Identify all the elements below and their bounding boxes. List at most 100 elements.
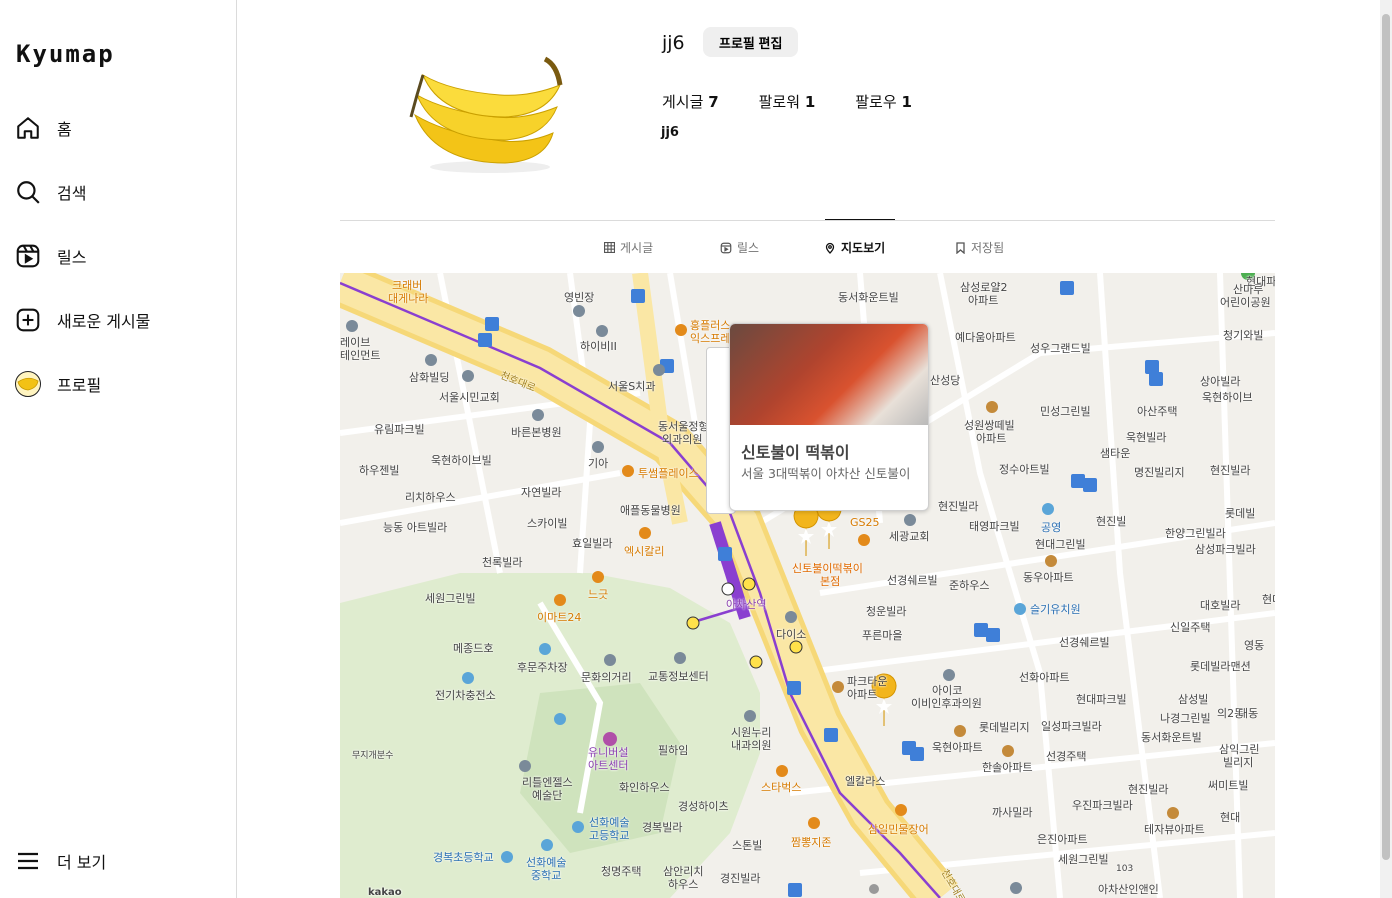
sidebar-item-label: 프로필 [57, 376, 102, 395]
map-label: 서울시민교회 [439, 391, 500, 404]
map-label: 성우그랜드빌 [1030, 342, 1091, 355]
map-label: 스타벅스 [761, 781, 802, 794]
sidebar-item-search[interactable]: 검색 [14, 172, 224, 212]
stat-posts-label: 게시글 [662, 93, 704, 111]
map-label: 전기차충전소 [435, 689, 496, 702]
map-label: 청운빌라 [866, 605, 907, 618]
map-label: 욱현아파트 [932, 741, 983, 754]
app-logo[interactable]: Kyumap [16, 40, 115, 68]
edit-profile-button[interactable]: 프로필 편집 [703, 27, 799, 57]
map-label: 필하임 [658, 744, 689, 757]
map-label: GS25 [850, 516, 880, 529]
map-label: 외과의원 [662, 433, 703, 446]
tab-reels[interactable]: 릴스 [720, 239, 759, 256]
stat-followers-count: 1 [804, 93, 816, 111]
map-label: 효일빌라 [572, 537, 613, 550]
profile-picture[interactable] [405, 45, 565, 175]
map-label: 우진파크빌라 [1072, 799, 1133, 812]
map-label: 욱현빌라 [1126, 431, 1167, 444]
map-label: 삼화빌딩 [409, 371, 450, 384]
map-label: 청기와빌 [1223, 329, 1264, 342]
post-photo [730, 324, 928, 425]
sidebar-item-home[interactable]: 홈 [14, 108, 224, 148]
sidebar-item-more[interactable]: 더 보기 [14, 841, 224, 881]
scrollbar-thumb[interactable] [1382, 14, 1390, 860]
map-label: 하이비II [580, 340, 617, 353]
map-label: 슬기유치원 [1030, 603, 1081, 616]
map-label: 욱현하이브 [1202, 391, 1253, 404]
map-label: 자연빌라 [521, 486, 562, 499]
map-label: 현진빌라 [1210, 464, 1251, 477]
map-label: 은진아파트 [1037, 833, 1088, 846]
sidebar-item-reels[interactable]: 릴스 [14, 236, 224, 276]
map-label: 선경쉐르빌 [887, 574, 938, 587]
map-label: 세원그린빌 [1058, 853, 1109, 866]
stat-posts[interactable]: 게시글 7 [662, 91, 719, 112]
home-icon [14, 114, 42, 142]
map-label: 세원그린빌 [425, 592, 476, 605]
map-label: 상아빌라 [1200, 375, 1241, 388]
sidebar-item-profile[interactable]: 프로필 [14, 364, 224, 404]
profile-display-name: jj6 [661, 125, 679, 140]
kakao-logo: kakao [368, 887, 402, 898]
map-label: 하우젠빌 [359, 464, 400, 477]
map-label: 경복빌라 [642, 821, 683, 834]
map-label: 교통정보센터 [648, 670, 709, 683]
map-label: 본점 [820, 575, 841, 588]
map-label: 명진빌리지 [1134, 466, 1185, 479]
tab-saved[interactable]: 저장됨 [955, 239, 1004, 256]
map-label: 엘칼라스 [845, 775, 886, 788]
map-label: 민성그린빌 [1040, 405, 1091, 418]
map-label: 테인먼트 [340, 349, 381, 362]
map-label: 경복초등학교 [433, 851, 494, 864]
tab-map[interactable]: 지도보기 [824, 239, 885, 256]
map-label: 까사밀라 [992, 806, 1033, 819]
map-label: 바른본병원 [511, 426, 562, 439]
map-label: 동우아파트 [1023, 571, 1074, 584]
map-label: 다이소 [776, 628, 807, 641]
map-label: 경진빌라 [720, 872, 761, 885]
map-label: 서울S치과 [608, 380, 656, 393]
map-pin-icon [825, 242, 835, 254]
map-label: 선경쉐르빌 [1059, 636, 1110, 649]
sidebar-item-new-post[interactable]: 새로운 게시물 [14, 300, 224, 340]
map-label: 고등학교 [589, 829, 630, 842]
tab-posts[interactable]: 게시글 [604, 239, 653, 256]
map-label: 현대 [1262, 593, 1275, 606]
map-label: 현대그린빌 [1035, 538, 1086, 551]
map-label: 짬뽕지존 [791, 836, 832, 849]
map-label: 산성당 [930, 374, 961, 387]
stat-following[interactable]: 팔로우 1 [855, 91, 912, 112]
map-label: 대동 [1238, 707, 1259, 720]
bookmark-icon [956, 241, 965, 254]
sidebar-item-label: 릴스 [57, 248, 87, 267]
map-label: 문화의거리 [581, 671, 632, 684]
map-label: 롯데빌리지 [979, 721, 1030, 734]
reels-icon [720, 242, 732, 253]
map-label: 아파트 [976, 432, 1007, 445]
map-label: 현대 [1220, 811, 1241, 824]
stat-followers[interactable]: 팔로워 1 [759, 91, 816, 112]
page-scrollbar[interactable] [1380, 0, 1392, 898]
map-label: 일성파크빌라 [1041, 720, 1102, 733]
map-label: 동서화운트빌 [1141, 731, 1202, 744]
map-label: 예다움아파트 [955, 331, 1016, 344]
map-popup-card[interactable]: 신토불이 떡볶이 서울 3대떡볶이 아차산 신토불이 [729, 323, 929, 511]
popup-description: 서울 3대떡볶이 아차산 신토불이 [741, 466, 911, 481]
map-label: 애플동물병원 [620, 504, 681, 517]
map-label: 하우스 [668, 878, 699, 891]
map-label: 스톤빌 [732, 839, 763, 852]
map-label: 선경주택 [1046, 750, 1087, 763]
map-label: 빌리지 [1223, 756, 1254, 769]
map-label: 써미트빌 [1208, 779, 1249, 792]
map-label: 청명주택 [601, 865, 642, 878]
map-label: 푸른마을 [862, 629, 903, 642]
map-label: 롯데빌라맨션 [1190, 660, 1251, 673]
tab-label: 저장됨 [971, 241, 1005, 255]
tab-label: 릴스 [737, 241, 760, 255]
menu-icon [14, 847, 42, 875]
map-label: 한양그린빌라 [1165, 527, 1226, 540]
map-label: 능동 아트빌라 [383, 521, 448, 534]
map-view[interactable]: 크래버 대게나라 영빈장 동서화운트빌 삼성로얄2 아파트 산마루 어린이공원 … [340, 273, 1275, 898]
map-label: 현대파크빌 [1076, 693, 1127, 706]
